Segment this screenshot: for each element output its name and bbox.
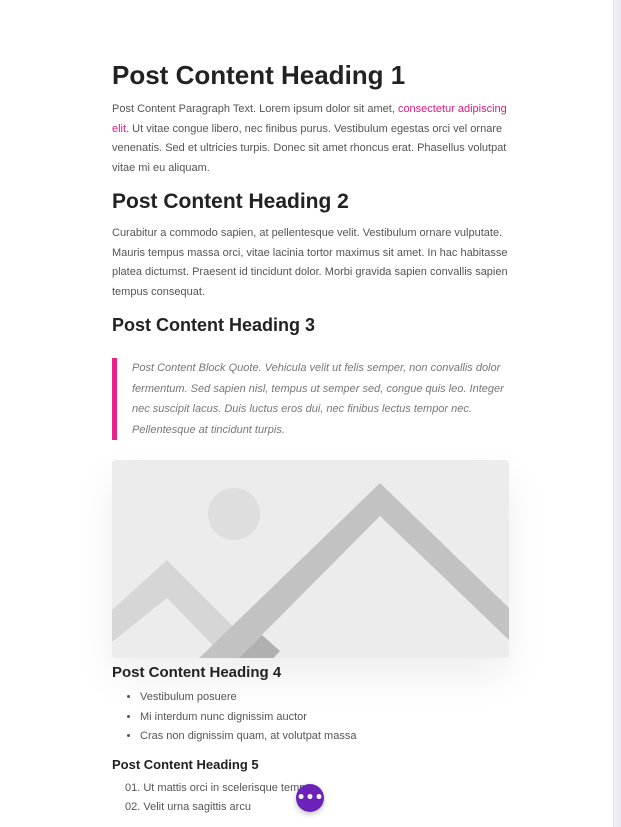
list-item: Cras non dignissim quam, at volutpat mas… <box>140 727 510 747</box>
image-placeholder <box>112 460 509 658</box>
post-content: Post Content Heading 1 Post Content Para… <box>112 58 510 818</box>
heading-1: Post Content Heading 1 <box>112 60 406 90</box>
paragraph-1-text-end: . Ut vitae congue libero, nec finibus pu… <box>112 122 507 174</box>
heading-3: Post Content Heading 3 <box>112 315 316 335</box>
list-item: Mi interdum nunc dignissim auctor <box>140 708 510 728</box>
bullet-list: Vestibulum posuere Mi interdum nunc dign… <box>112 688 510 747</box>
block-quote: Post Content Block Quote. Vehicula velit… <box>112 358 510 440</box>
more-options-button[interactable]: ••• <box>296 784 324 812</box>
block-quote-text: Post Content Block Quote. Vehicula velit… <box>132 362 504 436</box>
more-icon: ••• <box>296 790 324 806</box>
heading-4: Post Content Heading 4 <box>112 664 282 681</box>
list-item: Vestibulum posuere <box>140 688 510 708</box>
heading-5: Post Content Heading 5 <box>112 756 259 772</box>
window-edge <box>613 0 621 827</box>
paragraph-2: Curabitur a commodo sapien, at pellentes… <box>112 227 508 298</box>
landscape-placeholder-icon <box>112 460 509 658</box>
heading-2: Post Content Heading 2 <box>112 190 349 213</box>
paragraph-1: Post Content Paragraph Text. Lorem ipsum… <box>112 100 510 178</box>
paragraph-1-text-start: Post Content Paragraph Text. Lorem ipsum… <box>112 103 398 115</box>
